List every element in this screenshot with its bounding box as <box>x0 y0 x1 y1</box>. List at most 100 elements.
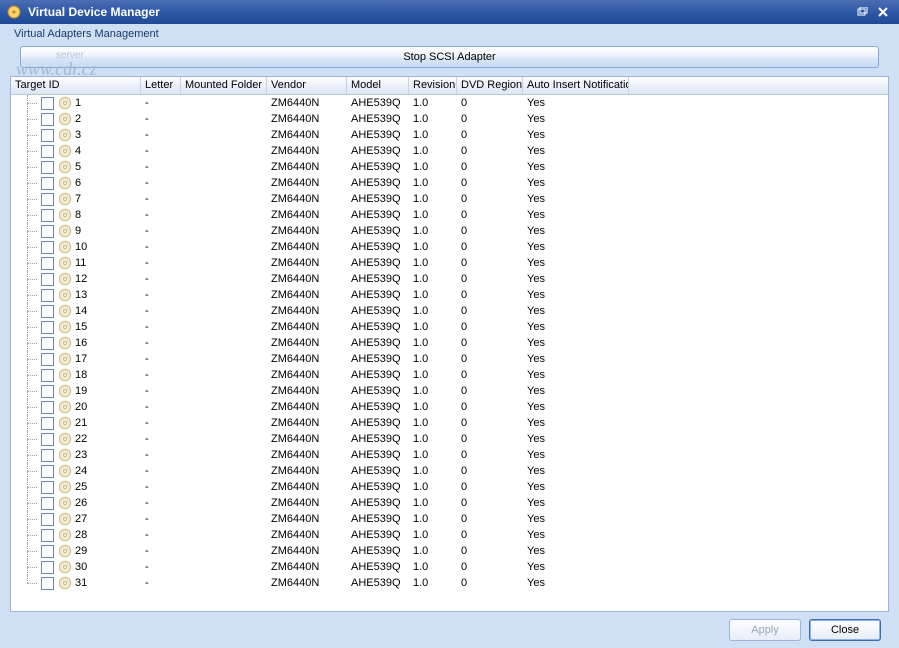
table-row[interactable]: 15 - ZM6440N AHE539Q 1.0 0 Yes <box>11 319 888 335</box>
row-checkbox[interactable] <box>41 241 54 254</box>
row-checkbox[interactable] <box>41 529 54 542</box>
table-row[interactable]: 24 - ZM6440N AHE539Q 1.0 0 Yes <box>11 463 888 479</box>
table-row[interactable]: 19 - ZM6440N AHE539Q 1.0 0 Yes <box>11 383 888 399</box>
cell-revision: 1.0 <box>409 113 457 125</box>
row-checkbox[interactable] <box>41 129 54 142</box>
row-checkbox[interactable] <box>41 481 54 494</box>
table-row[interactable]: 7 - ZM6440N AHE539Q 1.0 0 Yes <box>11 191 888 207</box>
row-checkbox[interactable] <box>41 257 54 270</box>
col-letter[interactable]: Letter <box>141 77 181 94</box>
table-row[interactable]: 9 - ZM6440N AHE539Q 1.0 0 Yes <box>11 223 888 239</box>
apply-button[interactable]: Apply <box>729 619 801 641</box>
row-checkbox[interactable] <box>41 433 54 446</box>
col-dvd-region[interactable]: DVD Region <box>457 77 523 94</box>
table-row[interactable]: 23 - ZM6440N AHE539Q 1.0 0 Yes <box>11 447 888 463</box>
table-row[interactable]: 1 - ZM6440N AHE539Q 1.0 0 Yes <box>11 95 888 111</box>
row-checkbox[interactable] <box>41 353 54 366</box>
col-vendor[interactable]: Vendor <box>267 77 347 94</box>
tree-branch-icon <box>15 191 41 207</box>
col-auto-insert[interactable]: Auto Insert Notification <box>523 77 629 94</box>
table-row[interactable]: 8 - ZM6440N AHE539Q 1.0 0 Yes <box>11 207 888 223</box>
cell-dvd-region: 0 <box>457 401 523 413</box>
cell-target-id: 11 <box>75 257 86 269</box>
cell-auto-insert: Yes <box>523 193 629 205</box>
row-checkbox[interactable] <box>41 97 54 110</box>
col-target-id[interactable]: Target ID <box>11 77 141 94</box>
cell-auto-insert: Yes <box>523 273 629 285</box>
cell-vendor: ZM6440N <box>267 97 347 109</box>
cell-model: AHE539Q <box>347 289 409 301</box>
table-row[interactable]: 27 - ZM6440N AHE539Q 1.0 0 Yes <box>11 511 888 527</box>
row-checkbox[interactable] <box>41 193 54 206</box>
row-checkbox[interactable] <box>41 177 54 190</box>
disc-icon <box>57 367 73 383</box>
cell-auto-insert: Yes <box>523 177 629 189</box>
tree-branch-icon <box>15 255 41 271</box>
row-checkbox[interactable] <box>41 305 54 318</box>
row-checkbox[interactable] <box>41 161 54 174</box>
close-button[interactable]: Close <box>809 619 881 641</box>
row-checkbox[interactable] <box>41 577 54 590</box>
table-row[interactable]: 4 - ZM6440N AHE539Q 1.0 0 Yes <box>11 143 888 159</box>
row-checkbox[interactable] <box>41 545 54 558</box>
row-checkbox[interactable] <box>41 385 54 398</box>
table-row[interactable]: 31 - ZM6440N AHE539Q 1.0 0 Yes <box>11 575 888 591</box>
tree-branch-icon <box>15 143 41 159</box>
row-checkbox[interactable] <box>41 273 54 286</box>
table-row[interactable]: 21 - ZM6440N AHE539Q 1.0 0 Yes <box>11 415 888 431</box>
cell-letter: - <box>141 433 181 445</box>
table-row[interactable]: 10 - ZM6440N AHE539Q 1.0 0 Yes <box>11 239 888 255</box>
cell-model: AHE539Q <box>347 513 409 525</box>
row-checkbox[interactable] <box>41 209 54 222</box>
tree-branch-icon <box>15 463 41 479</box>
row-checkbox[interactable] <box>41 321 54 334</box>
row-checkbox[interactable] <box>41 289 54 302</box>
row-checkbox[interactable] <box>41 513 54 526</box>
row-checkbox[interactable] <box>41 113 54 126</box>
table-row[interactable]: 3 - ZM6440N AHE539Q 1.0 0 Yes <box>11 127 888 143</box>
cell-target-id: 28 <box>75 529 87 541</box>
col-revision[interactable]: Revision <box>409 77 457 94</box>
column-header-row[interactable]: Target ID Letter Mounted Folder Vendor M… <box>11 77 888 95</box>
row-checkbox[interactable] <box>41 497 54 510</box>
table-row[interactable]: 18 - ZM6440N AHE539Q 1.0 0 Yes <box>11 367 888 383</box>
cell-model: AHE539Q <box>347 369 409 381</box>
cell-model: AHE539Q <box>347 129 409 141</box>
table-row[interactable]: 28 - ZM6440N AHE539Q 1.0 0 Yes <box>11 527 888 543</box>
col-model[interactable]: Model <box>347 77 409 94</box>
rows-scroll-area[interactable]: 1 - ZM6440N AHE539Q 1.0 0 Yes 2 - ZM6440… <box>11 95 888 611</box>
row-checkbox[interactable] <box>41 145 54 158</box>
table-row[interactable]: 29 - ZM6440N AHE539Q 1.0 0 Yes <box>11 543 888 559</box>
table-row[interactable]: 22 - ZM6440N AHE539Q 1.0 0 Yes <box>11 431 888 447</box>
table-row[interactable]: 6 - ZM6440N AHE539Q 1.0 0 Yes <box>11 175 888 191</box>
table-row[interactable]: 14 - ZM6440N AHE539Q 1.0 0 Yes <box>11 303 888 319</box>
row-checkbox[interactable] <box>41 369 54 382</box>
table-row[interactable]: 13 - ZM6440N AHE539Q 1.0 0 Yes <box>11 287 888 303</box>
table-row[interactable]: 11 - ZM6440N AHE539Q 1.0 0 Yes <box>11 255 888 271</box>
table-row[interactable]: 5 - ZM6440N AHE539Q 1.0 0 Yes <box>11 159 888 175</box>
col-mounted-folder[interactable]: Mounted Folder <box>181 77 267 94</box>
cell-revision: 1.0 <box>409 513 457 525</box>
table-row[interactable]: 30 - ZM6440N AHE539Q 1.0 0 Yes <box>11 559 888 575</box>
table-row[interactable]: 17 - ZM6440N AHE539Q 1.0 0 Yes <box>11 351 888 367</box>
close-window-icon[interactable] <box>873 3 893 21</box>
titlebar[interactable]: Virtual Device Manager <box>0 0 899 24</box>
cell-auto-insert: Yes <box>523 129 629 141</box>
table-row[interactable]: 2 - ZM6440N AHE539Q 1.0 0 Yes <box>11 111 888 127</box>
table-row[interactable]: 25 - ZM6440N AHE539Q 1.0 0 Yes <box>11 479 888 495</box>
row-checkbox[interactable] <box>41 225 54 238</box>
row-checkbox[interactable] <box>41 561 54 574</box>
table-row[interactable]: 20 - ZM6440N AHE539Q 1.0 0 Yes <box>11 399 888 415</box>
cell-auto-insert: Yes <box>523 321 629 333</box>
cell-revision: 1.0 <box>409 545 457 557</box>
row-checkbox[interactable] <box>41 417 54 430</box>
table-row[interactable]: 12 - ZM6440N AHE539Q 1.0 0 Yes <box>11 271 888 287</box>
row-checkbox[interactable] <box>41 465 54 478</box>
row-checkbox[interactable] <box>41 337 54 350</box>
stop-scsi-button[interactable]: Stop SCSI Adapter <box>20 46 879 68</box>
row-checkbox[interactable] <box>41 449 54 462</box>
restore-window-icon[interactable] <box>853 3 873 21</box>
row-checkbox[interactable] <box>41 401 54 414</box>
table-row[interactable]: 16 - ZM6440N AHE539Q 1.0 0 Yes <box>11 335 888 351</box>
table-row[interactable]: 26 - ZM6440N AHE539Q 1.0 0 Yes <box>11 495 888 511</box>
